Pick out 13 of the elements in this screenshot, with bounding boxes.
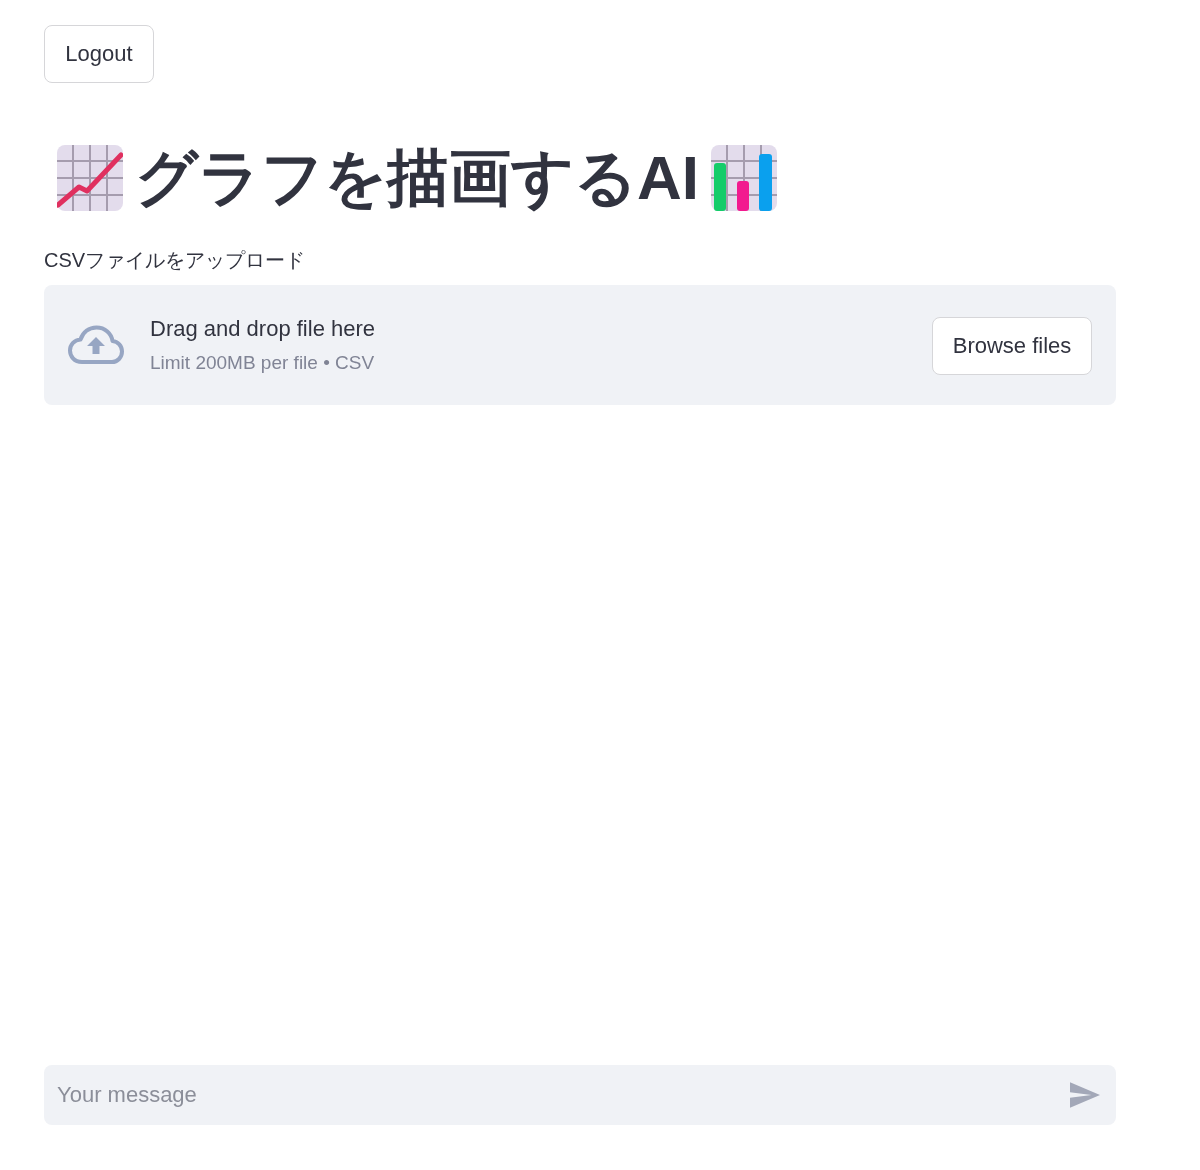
message-input-field[interactable]: Your message [44,1065,1116,1125]
file-limit-note: Limit 200MB per file • CSV [150,351,375,375]
send-icon [1070,1082,1100,1108]
page-title: グラフを描画するAI [135,145,699,211]
drop-instruction: Drag and drop file here [150,315,376,343]
browse-files-button[interactable]: Browse files [932,317,1092,375]
logout-button[interactable]: Logout [44,25,154,83]
bar-chart-icon [711,145,777,211]
file-dropzone[interactable]: Drag and drop file here Limit 200MB per file • CSV Browse files [44,285,1116,405]
send-button[interactable] [1070,1082,1100,1108]
chart-increasing-icon [57,145,123,211]
upload-label: CSVファイルをアップロード [44,248,306,273]
cloud-upload-icon [68,325,124,365]
